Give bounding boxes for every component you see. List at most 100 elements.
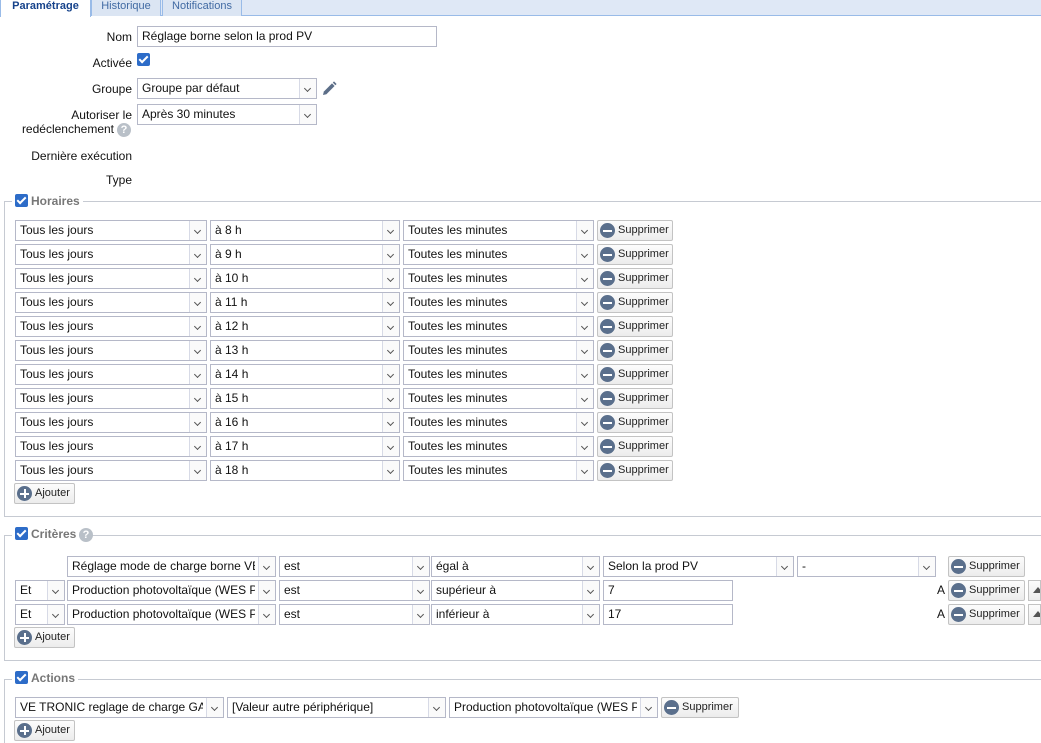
add-criterion-button[interactable]: Ajouter [14, 627, 75, 648]
schedule-minute-select[interactable]: Toutes les minutes [403, 364, 594, 385]
chevron-down-icon[interactable] [189, 317, 206, 336]
schedule-hour-select[interactable]: à 11 h [210, 292, 400, 313]
action-source-select[interactable]: Production photovoltaïque (WES Pi [449, 697, 658, 718]
chevron-down-icon[interactable] [776, 557, 793, 576]
schedule-day-select[interactable]: Tous les jours [15, 460, 207, 481]
chevron-down-icon[interactable] [576, 389, 593, 408]
add-schedule-button[interactable]: Ajouter [14, 483, 75, 504]
chevron-down-icon[interactable] [299, 105, 316, 124]
schedule-day-select[interactable]: Tous les jours [15, 244, 207, 265]
schedule-delete-button[interactable]: Supprimer [597, 412, 673, 433]
chevron-down-icon[interactable] [189, 461, 206, 480]
chevron-down-icon[interactable] [299, 79, 316, 98]
retrigger-help-icon[interactable]: ? [117, 123, 131, 137]
chevron-down-icon[interactable] [576, 269, 593, 288]
schedule-day-select[interactable]: Tous les jours [15, 412, 207, 433]
criterion-operator-select[interactable]: supérieur à [431, 580, 600, 601]
chevron-down-icon[interactable] [582, 557, 599, 576]
criterion-logic-select[interactable]: Et [15, 604, 65, 625]
schedule-hour-select[interactable]: à 10 h [210, 268, 400, 289]
schedule-hour-select[interactable]: à 15 h [210, 388, 400, 409]
chevron-down-icon[interactable] [189, 245, 206, 264]
move-up-arrow-icon[interactable] [1028, 604, 1041, 625]
schedule-day-select[interactable]: Tous les jours [15, 388, 207, 409]
criterion-delete-button[interactable]: Supprimer [948, 580, 1025, 601]
chevron-down-icon[interactable] [382, 461, 399, 480]
chevron-down-icon[interactable] [189, 437, 206, 456]
schedule-hour-select[interactable]: à 9 h [210, 244, 400, 265]
chevron-down-icon[interactable] [576, 245, 593, 264]
schedule-minute-select[interactable]: Toutes les minutes [403, 460, 594, 481]
schedule-minute-select[interactable]: Toutes les minutes [403, 388, 594, 409]
chevron-down-icon[interactable] [412, 557, 429, 576]
tab-notifications[interactable]: Notifications [162, 0, 242, 16]
enabled-checkbox[interactable] [137, 53, 150, 66]
chevron-down-icon[interactable] [412, 605, 429, 624]
schedule-day-select[interactable]: Tous les jours [15, 292, 207, 313]
chevron-down-icon[interactable] [189, 269, 206, 288]
schedule-hour-select[interactable]: à 18 h [210, 460, 400, 481]
chevron-down-icon[interactable] [382, 269, 399, 288]
chevron-down-icon[interactable] [47, 581, 64, 600]
action-mode-select[interactable]: [Valeur autre périphérique] [227, 697, 446, 718]
chevron-down-icon[interactable] [382, 389, 399, 408]
schedule-delete-button[interactable]: Supprimer [597, 436, 673, 457]
schedule-minute-select[interactable]: Toutes les minutes [403, 244, 594, 265]
chevron-down-icon[interactable] [382, 293, 399, 312]
schedule-day-select[interactable]: Tous les jours [15, 364, 207, 385]
tab-parametrage[interactable]: Paramétrage [0, 0, 91, 17]
schedule-hour-select[interactable]: à 17 h [210, 436, 400, 457]
chevron-down-icon[interactable] [189, 221, 206, 240]
schedule-delete-button[interactable]: Supprimer [597, 364, 673, 385]
action-device-select[interactable]: VE TRONIC reglage de charge GAR [15, 697, 224, 718]
criterion-logic-select[interactable]: Et [15, 580, 65, 601]
criterion-verb-select[interactable]: est [279, 580, 430, 601]
criterion-value-input[interactable]: 7 [603, 580, 733, 601]
chevron-down-icon[interactable] [576, 437, 593, 456]
schedule-minute-select[interactable]: Toutes les minutes [403, 412, 594, 433]
chevron-down-icon[interactable] [258, 581, 275, 600]
criterion-operator-select[interactable]: égal à [431, 556, 600, 577]
retrigger-select[interactable]: Après 30 minutes [137, 104, 317, 125]
criterion-verb-select[interactable]: est [279, 556, 430, 577]
criterion-extra-select[interactable]: - [797, 556, 936, 577]
chevron-down-icon[interactable] [47, 605, 64, 624]
chevron-down-icon[interactable] [576, 341, 593, 360]
schedule-delete-button[interactable]: Supprimer [597, 244, 673, 265]
chevron-down-icon[interactable] [189, 413, 206, 432]
chevron-down-icon[interactable] [382, 317, 399, 336]
chevron-down-icon[interactable] [382, 245, 399, 264]
criteria-help-icon[interactable]: ? [79, 528, 93, 542]
chevron-down-icon[interactable] [918, 557, 935, 576]
schedule-hour-select[interactable]: à 14 h [210, 364, 400, 385]
chevron-down-icon[interactable] [576, 461, 593, 480]
chevron-down-icon[interactable] [382, 413, 399, 432]
add-action-button[interactable]: Ajouter [14, 720, 75, 741]
schedule-hour-select[interactable]: à 13 h [210, 340, 400, 361]
chevron-down-icon[interactable] [576, 221, 593, 240]
chevron-down-icon[interactable] [258, 557, 275, 576]
chevron-down-icon[interactable] [382, 365, 399, 384]
schedule-day-select[interactable]: Tous les jours [15, 316, 207, 337]
chevron-down-icon[interactable] [382, 341, 399, 360]
actions-checkbox[interactable] [15, 671, 28, 684]
name-input[interactable]: Réglage borne selon la prod PV [137, 26, 437, 47]
criterion-value-input[interactable]: 17 [603, 604, 733, 625]
chevron-down-icon[interactable] [189, 341, 206, 360]
schedule-delete-button[interactable]: Supprimer [597, 220, 673, 241]
schedule-delete-button[interactable]: Supprimer [597, 268, 673, 289]
schedules-checkbox[interactable] [15, 194, 28, 207]
chevron-down-icon[interactable] [412, 581, 429, 600]
schedule-minute-select[interactable]: Toutes les minutes [403, 340, 594, 361]
chevron-down-icon[interactable] [258, 605, 275, 624]
criterion-value-select[interactable]: Selon la prod PV [603, 556, 794, 577]
schedule-minute-select[interactable]: Toutes les minutes [403, 268, 594, 289]
action-delete-button[interactable]: Supprimer [661, 697, 739, 718]
schedule-minute-select[interactable]: Toutes les minutes [403, 316, 594, 337]
chevron-down-icon[interactable] [382, 437, 399, 456]
schedule-delete-button[interactable]: Supprimer [597, 460, 673, 481]
group-select[interactable]: Groupe par défaut [137, 78, 317, 99]
move-up-arrow-icon[interactable] [1028, 580, 1041, 601]
criterion-operator-select[interactable]: inférieur à [431, 604, 600, 625]
chevron-down-icon[interactable] [576, 317, 593, 336]
